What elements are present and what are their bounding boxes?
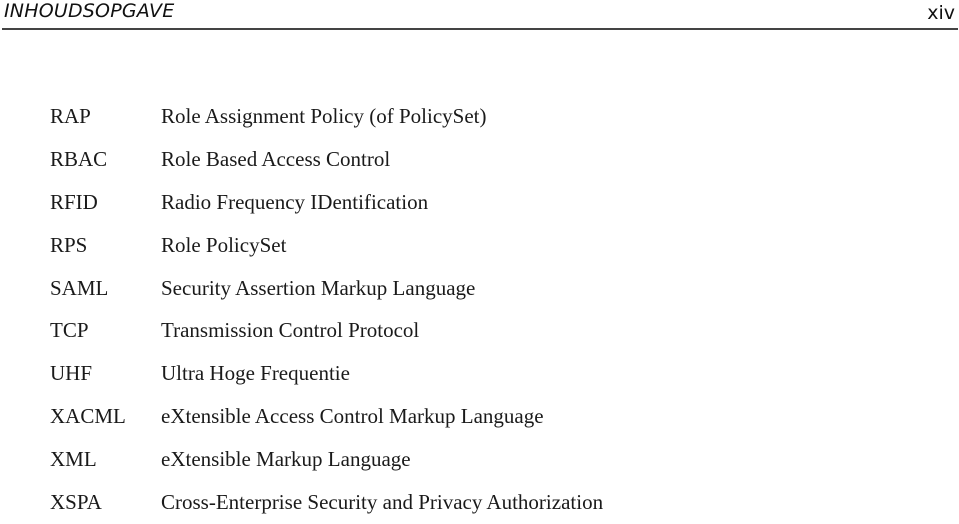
abbreviation-definition: eXtensible Markup Language <box>161 447 411 472</box>
abbreviation: XACML <box>50 404 126 429</box>
abbreviation-definition: Transmission Control Protocol <box>161 318 420 343</box>
abbreviation-definition: Radio Frequency IDentification <box>161 189 429 214</box>
abbreviation-row: TCP Transmission Control Protocol <box>50 309 603 352</box>
abbreviation: XML <box>50 447 97 472</box>
abbreviation: RBAC <box>50 146 108 171</box>
abbreviation-definition: Cross-Enterprise Security and Privacy Au… <box>161 489 604 514</box>
abbreviation-row: RAP Role Assignment Policy (of PolicySet… <box>50 95 603 138</box>
abbreviation: RAP <box>50 103 91 128</box>
abbreviation: SAML <box>50 275 109 300</box>
abbreviation: TCP <box>50 318 89 343</box>
abbreviation-definition: Role PolicySet <box>161 232 287 257</box>
abbreviation-list: RAP Role Assignment Policy (of PolicySet… <box>50 95 603 524</box>
abbreviation-row: SAML Security Assertion Markup Language <box>50 267 603 310</box>
page-header: INHOUDSOPGAVE xiv <box>0 0 959 30</box>
abbreviation-definition: eXtensible Access Control Markup Languag… <box>161 404 544 429</box>
abbreviation-row: XML eXtensible Markup Language <box>50 438 603 481</box>
abbreviation-definition: Ultra Hoge Frequentie <box>161 361 350 386</box>
abbreviation-row: XSPA Cross-Enterprise Security and Priva… <box>50 481 603 524</box>
header-rule <box>2 28 958 30</box>
abbreviation-row: RPS Role PolicySet <box>50 224 603 267</box>
abbreviation-row: RBAC Role Based Access Control <box>50 138 603 181</box>
abbreviation-definition: Security Assertion Markup Language <box>161 275 476 300</box>
abbreviation: RPS <box>50 232 88 257</box>
abbreviation: UHF <box>50 361 93 386</box>
abbreviation-row: XACML eXtensible Access Control Markup L… <box>50 395 603 438</box>
running-header-title: INHOUDSOPGAVE <box>4 0 175 22</box>
abbreviation-definition: Role Based Access Control <box>161 146 391 171</box>
abbreviation: RFID <box>50 189 98 214</box>
abbreviation-row: UHF Ultra Hoge Frequentie <box>50 352 603 395</box>
abbreviation: XSPA <box>50 489 102 514</box>
abbreviation-definition: Role Assignment Policy (of PolicySet) <box>161 103 487 128</box>
page-number: xiv <box>927 2 955 24</box>
abbreviation-row: RFID Radio Frequency IDentification <box>50 181 603 224</box>
